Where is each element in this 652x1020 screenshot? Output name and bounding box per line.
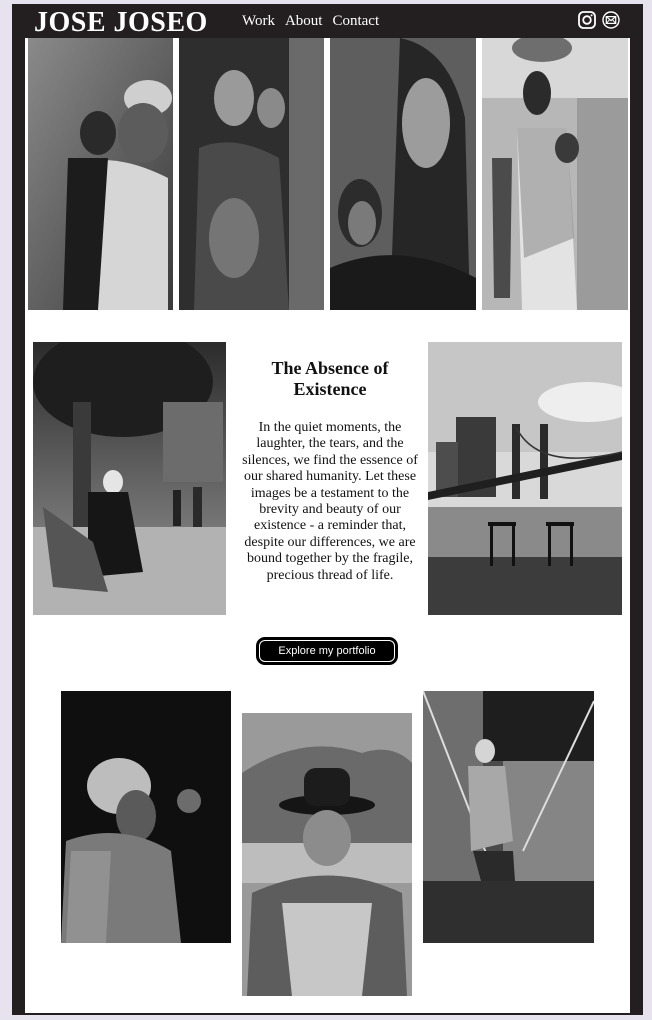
nav-link-about[interactable]: About bbox=[285, 13, 323, 30]
photo-woman-carrying-basket[interactable] bbox=[482, 38, 628, 310]
nav-link-work[interactable]: Work bbox=[242, 13, 275, 30]
intro-section: The Absence of Existence In the quiet mo… bbox=[239, 358, 421, 584]
photo-brooklyn-bridge-chairs[interactable] bbox=[428, 342, 622, 615]
instagram-icon[interactable] bbox=[578, 11, 596, 29]
photo-elder-hugging-child[interactable] bbox=[28, 38, 173, 310]
nav-link-contact[interactable]: Contact bbox=[332, 13, 379, 30]
photo-woman-with-baby[interactable] bbox=[330, 38, 476, 310]
navbar: JOSE JOSEO Work About Contact bbox=[25, 6, 630, 38]
photo-elder-weaving[interactable] bbox=[423, 691, 594, 943]
brand-logo[interactable]: JOSE JOSEO bbox=[34, 7, 208, 39]
main-nav: Work About Contact bbox=[242, 13, 379, 30]
intro-title: The Absence of Existence bbox=[271, 358, 389, 399]
mail-icon[interactable] bbox=[602, 11, 620, 29]
social-links bbox=[578, 11, 620, 29]
explore-portfolio-button[interactable]: Explore my portfolio bbox=[256, 637, 398, 665]
intro-body: In the quiet moments, the laughter, the … bbox=[242, 420, 418, 583]
photo-woman-on-park-bench[interactable] bbox=[33, 342, 226, 615]
page: JOSE JOSEO Work About Contact The Absenc… bbox=[25, 6, 630, 1013]
photo-man-in-knit-hat[interactable] bbox=[61, 691, 231, 943]
photo-mother-with-children[interactable] bbox=[179, 38, 324, 310]
photo-woman-in-bowler-hat[interactable] bbox=[242, 713, 412, 996]
